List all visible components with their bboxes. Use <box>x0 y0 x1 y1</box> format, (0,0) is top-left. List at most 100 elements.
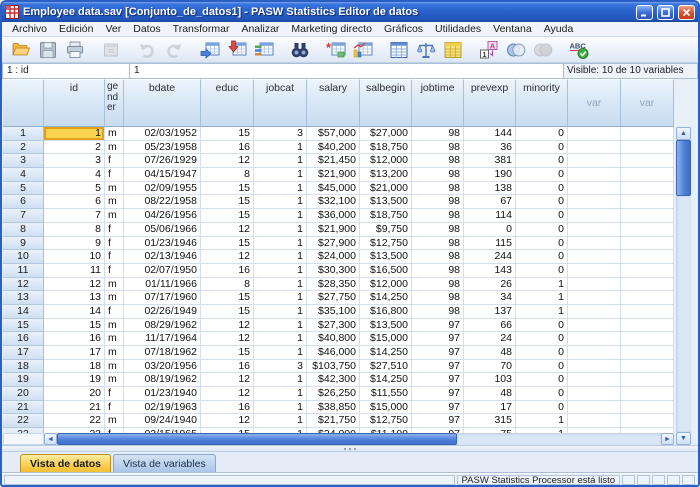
cell-var2[interactable] <box>621 278 674 292</box>
cell-salary[interactable]: $28,350 <box>307 278 360 292</box>
cell-salbegin[interactable]: $12,000 <box>360 154 412 168</box>
cell-prevexp[interactable]: 381 <box>464 154 516 168</box>
cell-jobtime[interactable]: 98 <box>412 223 464 237</box>
cell-gender[interactable]: f <box>105 250 124 264</box>
menu-ventana[interactable]: Ventana <box>487 22 538 36</box>
row-number[interactable]: 20 <box>3 387 44 401</box>
show-all-variables-button[interactable] <box>529 38 556 62</box>
insert-cases-button[interactable]: * <box>322 38 349 62</box>
variables-button[interactable] <box>250 38 277 62</box>
cell-jobtime[interactable]: 98 <box>412 237 464 251</box>
cell-educ[interactable]: 15 <box>201 291 254 305</box>
cell-id[interactable]: 21 <box>44 401 105 415</box>
cell-var1[interactable] <box>568 332 621 346</box>
cell-jobtime[interactable]: 97 <box>412 346 464 360</box>
goto-case-button[interactable] <box>196 38 223 62</box>
cell-gender[interactable]: m <box>105 332 124 346</box>
cell-var1[interactable] <box>568 291 621 305</box>
cell-bdate[interactable]: 04/26/1956 <box>124 209 201 223</box>
cell-educ[interactable]: 15 <box>201 127 254 141</box>
cell-salary[interactable]: $103,750 <box>307 360 360 374</box>
cell-prevexp[interactable]: 36 <box>464 141 516 155</box>
cell-prevexp[interactable]: 190 <box>464 168 516 182</box>
column-header-id[interactable]: id <box>44 79 105 127</box>
cell-educ[interactable]: 16 <box>201 401 254 415</box>
cell-jobtime[interactable]: 98 <box>412 168 464 182</box>
cell-minority[interactable]: 0 <box>516 141 568 155</box>
cell-jobtime[interactable]: 97 <box>412 332 464 346</box>
cell-id[interactable]: 17 <box>44 346 105 360</box>
cell-salbegin[interactable]: $14,250 <box>360 346 412 360</box>
minimize-button[interactable] <box>636 5 653 20</box>
cell-salbegin[interactable]: $13,200 <box>360 168 412 182</box>
cell-gender[interactable]: m <box>105 319 124 333</box>
cell-minority[interactable]: 1 <box>516 291 568 305</box>
cell-bdate[interactable]: 07/26/1929 <box>124 154 201 168</box>
cell-salary[interactable]: $21,750 <box>307 414 360 428</box>
cell-var1[interactable] <box>568 223 621 237</box>
cell-id[interactable]: 20 <box>44 387 105 401</box>
cell-salary[interactable]: $27,750 <box>307 291 360 305</box>
cell-id[interactable]: 12 <box>44 278 105 292</box>
cell-var1[interactable] <box>568 141 621 155</box>
cell-var1[interactable] <box>568 237 621 251</box>
row-number[interactable]: 19 <box>3 373 44 387</box>
pane-splitter[interactable] <box>2 445 698 452</box>
undo-button[interactable] <box>133 38 160 62</box>
cell-salary[interactable]: $40,200 <box>307 141 360 155</box>
open-data-document-button[interactable] <box>7 38 34 62</box>
cell-jobtime[interactable]: 97 <box>412 414 464 428</box>
cell-bdate[interactable]: 02/09/1955 <box>124 182 201 196</box>
cell-jobcat[interactable]: 1 <box>254 319 307 333</box>
vertical-scroll-track[interactable] <box>676 196 691 432</box>
cell-gender[interactable]: m <box>105 195 124 209</box>
cell-minority[interactable]: 1 <box>516 278 568 292</box>
cell-jobcat[interactable]: 1 <box>254 332 307 346</box>
cell-var1[interactable] <box>568 387 621 401</box>
cell-var2[interactable] <box>621 182 674 196</box>
cell-var2[interactable] <box>621 332 674 346</box>
cell-prevexp[interactable]: 115 <box>464 237 516 251</box>
cell-salary[interactable]: $38,850 <box>307 401 360 415</box>
scroll-down-button[interactable]: ▼ <box>676 432 691 445</box>
cell-var1[interactable] <box>568 360 621 374</box>
cell-var2[interactable] <box>621 373 674 387</box>
cell-gender[interactable]: f <box>105 387 124 401</box>
title-bar[interactable]: Employee data.sav [Conjunto_de_datos1] -… <box>2 2 698 22</box>
cell-educ[interactable]: 8 <box>201 278 254 292</box>
cell-minority[interactable]: 0 <box>516 387 568 401</box>
cell-id[interactable]: 18 <box>44 360 105 374</box>
cell-prevexp[interactable]: 26 <box>464 278 516 292</box>
cell-var2[interactable] <box>621 250 674 264</box>
horizontal-scroll-thumb[interactable] <box>57 433 457 445</box>
menu-gráficos[interactable]: Gráficos <box>378 22 429 36</box>
row-number[interactable]: 9 <box>3 237 44 251</box>
cell-id[interactable]: 22 <box>44 414 105 428</box>
cell-id[interactable]: 2 <box>44 141 105 155</box>
cell-bdate[interactable]: 02/03/1952 <box>124 127 201 141</box>
cell-salary[interactable]: $24,000 <box>307 250 360 264</box>
weight-cases-button[interactable] <box>412 38 439 62</box>
horizontal-scroll-track[interactable] <box>457 433 661 445</box>
cell-jobcat[interactable]: 1 <box>254 346 307 360</box>
cell-var2[interactable] <box>621 291 674 305</box>
cell-minority[interactable]: 0 <box>516 360 568 374</box>
menu-archivo[interactable]: Archivo <box>6 22 53 36</box>
cell-minority[interactable]: 0 <box>516 127 568 141</box>
cell-editor[interactable]: 1 <box>130 63 564 79</box>
menu-datos[interactable]: Datos <box>127 22 166 36</box>
cell-prevexp[interactable]: 17 <box>464 401 516 415</box>
cell-jobcat[interactable]: 1 <box>254 291 307 305</box>
cell-salary[interactable]: $21,900 <box>307 168 360 182</box>
cell-educ[interactable]: 12 <box>201 250 254 264</box>
cell-id[interactable]: 15 <box>44 319 105 333</box>
cell-jobcat[interactable]: 1 <box>254 373 307 387</box>
find-button[interactable] <box>286 38 313 62</box>
cell-var1[interactable] <box>568 182 621 196</box>
cell-jobcat[interactable]: 1 <box>254 237 307 251</box>
cell-var1[interactable] <box>568 278 621 292</box>
cell-gender[interactable]: m <box>105 291 124 305</box>
column-header-prevexp[interactable]: prevexp <box>464 79 516 127</box>
cell-id[interactable]: 16 <box>44 332 105 346</box>
cell-var1[interactable] <box>568 346 621 360</box>
